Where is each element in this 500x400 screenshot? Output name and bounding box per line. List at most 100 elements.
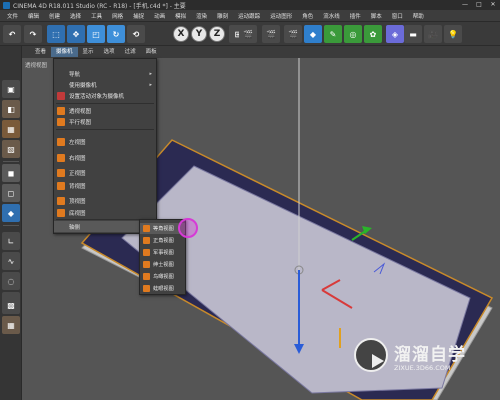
- viewport-menu-filter[interactable]: 过滤: [120, 47, 141, 57]
- array-icon[interactable]: ✿: [364, 25, 382, 43]
- menu-character[interactable]: 角色: [297, 12, 318, 20]
- bend-deformer-icon[interactable]: ◈: [386, 25, 404, 43]
- left-view-icon: [57, 138, 65, 146]
- menu-simulate[interactable]: 模拟: [170, 12, 191, 20]
- render-view-icon[interactable]: 🎬: [239, 25, 257, 43]
- enable-axis-icon[interactable]: ∟: [2, 232, 20, 250]
- viewport-menu-view[interactable]: 查看: [30, 47, 51, 57]
- scale-tool-icon[interactable]: ◰: [87, 25, 105, 43]
- menu-plugins[interactable]: 插件: [345, 12, 366, 20]
- texture-mode-icon[interactable]: ▦: [2, 120, 20, 138]
- isometric-view-icon: [143, 225, 150, 232]
- rotate-tool-icon[interactable]: ↻: [107, 25, 125, 43]
- render-picture-viewer-icon[interactable]: 🎬: [262, 25, 280, 43]
- x-axis-lock-icon[interactable]: X: [173, 26, 189, 42]
- tweak-mode-icon[interactable]: ∿: [2, 252, 20, 270]
- right-view-icon: [57, 154, 65, 162]
- menu-help[interactable]: 帮助: [408, 12, 429, 20]
- menu-item-label: 透视视图: [69, 108, 92, 115]
- watermark-title: 溜溜自学: [394, 345, 466, 365]
- lock-workplane-icon[interactable]: ▦: [2, 316, 20, 334]
- redo-icon[interactable]: ↷: [24, 25, 42, 43]
- parallel-view-icon: [57, 118, 65, 126]
- y-axis-lock-icon[interactable]: Y: [191, 26, 207, 42]
- close-button[interactable]: ✕: [486, 0, 500, 10]
- menu-animate[interactable]: 动画: [149, 12, 170, 20]
- maximize-button[interactable]: □: [472, 0, 486, 10]
- menu-pipeline[interactable]: 流水线: [318, 12, 345, 20]
- live-selection-icon[interactable]: ⬚: [47, 25, 65, 43]
- floor-icon[interactable]: ▬: [404, 25, 422, 43]
- menu-mograph[interactable]: 运动图形: [265, 12, 297, 20]
- menu-item-perspective[interactable]: 透视视图: [54, 105, 156, 116]
- z-axis-lock-icon[interactable]: Z: [209, 26, 225, 42]
- submenu-item-gentleman[interactable]: 绅士视图: [140, 259, 185, 270]
- menu-item-label: 正视图: [69, 170, 86, 177]
- menu-item-bottom[interactable]: 底视图: [54, 207, 156, 218]
- menu-motion-tracking[interactable]: 运动跟踪: [233, 12, 265, 20]
- menu-script[interactable]: 脚本: [366, 12, 387, 20]
- perspective-view-icon: [57, 107, 65, 115]
- menu-item-top[interactable]: 顶视图: [54, 195, 156, 206]
- viewport-menu-panel[interactable]: 面板: [141, 47, 162, 57]
- workplane-mode-icon[interactable]: ▧: [2, 140, 20, 158]
- menu-file[interactable]: 文件: [2, 12, 23, 20]
- move-tool-icon[interactable]: ✥: [67, 25, 85, 43]
- menu-render[interactable]: 渲染: [191, 12, 212, 20]
- model-mode-icon[interactable]: ◧: [2, 100, 20, 118]
- menu-bar: 文件 编辑 创建 选择 工具 网格 捕捉 动画 模拟 渲染 雕刻 运动跟踪 运动…: [0, 10, 500, 22]
- watermark-subtitle: ZIXUE.3D66.COM: [394, 364, 451, 372]
- polygons-mode-icon[interactable]: ◆: [2, 204, 20, 222]
- submenu-item-dimetric[interactable]: 正角视图: [140, 235, 185, 246]
- submenu-item-military[interactable]: 军事视图: [140, 247, 185, 258]
- viewport-menu-options[interactable]: 选项: [99, 47, 120, 57]
- points-mode-icon[interactable]: ◼: [2, 164, 20, 182]
- viewport-menu-display[interactable]: 显示: [78, 47, 99, 57]
- menu-item-use-camera[interactable]: 使用摄像机 ▸: [54, 79, 156, 90]
- window-title: CINEMA 4D R18.011 Studio (RC - R18) - [手…: [13, 2, 186, 10]
- menu-item-label: 导航: [69, 71, 81, 78]
- render-settings-icon[interactable]: 🎬: [284, 25, 302, 43]
- menu-select[interactable]: 选择: [65, 12, 86, 20]
- cinema4d-logo-icon: [3, 1, 10, 9]
- soft-selection-icon[interactable]: ◌: [2, 272, 20, 290]
- menu-item-label: 右视图: [69, 155, 86, 162]
- light-icon[interactable]: 💡: [444, 25, 462, 43]
- recent-tool-icon[interactable]: ⟲: [127, 25, 145, 43]
- subdivision-surface-icon[interactable]: ◎: [344, 25, 362, 43]
- top-view-icon: [57, 197, 65, 205]
- edges-mode-icon[interactable]: ◻: [2, 184, 20, 202]
- menu-tools[interactable]: 工具: [86, 12, 107, 20]
- menu-item-navigation[interactable]: 导航 ▸: [54, 68, 156, 79]
- minimize-button[interactable]: —: [458, 0, 472, 10]
- menu-item-parallel[interactable]: 平行视图: [54, 116, 156, 127]
- submenu-item-label: 绅士视图: [153, 262, 174, 268]
- camera-icon[interactable]: 🎥: [424, 25, 442, 43]
- submenu-item-birds-eye[interactable]: 鸟瞰视图: [140, 271, 185, 282]
- menu-snap[interactable]: 捕捉: [128, 12, 149, 20]
- birds-eye-view-icon: [143, 273, 150, 280]
- military-view-icon: [143, 249, 150, 256]
- menu-create[interactable]: 创建: [44, 12, 65, 20]
- menu-item-label: 设置活动对象为摄像机: [69, 93, 125, 100]
- menu-window[interactable]: 窗口: [387, 12, 408, 20]
- menu-sculpt[interactable]: 雕刻: [212, 12, 233, 20]
- viewport-menu-cameras[interactable]: 摄像机: [51, 47, 78, 57]
- menu-item-left[interactable]: 左视图: [54, 136, 156, 147]
- menu-item-back[interactable]: 背视图: [54, 180, 156, 191]
- undo-icon[interactable]: ↶: [3, 25, 21, 43]
- spline-pen-icon[interactable]: ✎: [324, 25, 342, 43]
- menu-item-front[interactable]: 正视图: [54, 167, 156, 178]
- main-toolbar: ↶ ↷ ⬚ ✥ ◰ ↻ ⟲ X Y Z ⊞ 🎬 🎬 🎬 ◆ ✎ ◎ ✿ ◈ ▬ …: [0, 22, 500, 46]
- menu-edit[interactable]: 编辑: [23, 12, 44, 20]
- viewport-label: 透视视图: [25, 63, 48, 69]
- menu-item-set-active-object-as-camera[interactable]: 设置活动对象为摄像机: [54, 90, 156, 101]
- cameras-dropdown-menu: 导航 ▸ 使用摄像机 ▸ 设置活动对象为摄像机 透视视图 平行视图 左视图 右视…: [53, 58, 157, 234]
- make-editable-icon[interactable]: ▣: [2, 80, 20, 98]
- play-logo-icon: [354, 338, 388, 372]
- menu-item-right[interactable]: 右视图: [54, 152, 156, 163]
- submenu-item-frog[interactable]: 蛙眼视图: [140, 283, 185, 294]
- cube-object-icon[interactable]: ◆: [304, 25, 322, 43]
- menu-mesh[interactable]: 网格: [107, 12, 128, 20]
- workplane-icon[interactable]: ▩: [2, 296, 20, 314]
